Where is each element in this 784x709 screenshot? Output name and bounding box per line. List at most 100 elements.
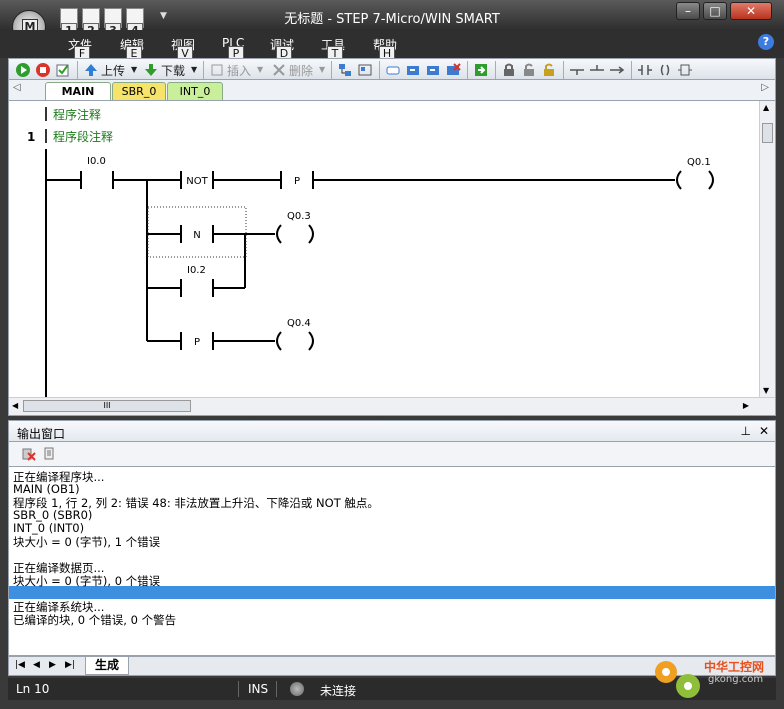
coil-icon[interactable] <box>657 62 673 78</box>
run-icon[interactable] <box>15 62 31 78</box>
toolbar-separator <box>379 61 380 79</box>
last-tab-icon[interactable]: ▶| <box>65 660 75 670</box>
minimize-button[interactable]: – <box>676 2 700 20</box>
contact-p1-label: P <box>294 176 300 187</box>
quick-access-new[interactable]: 1 <box>60 8 78 38</box>
scroll-up-icon[interactable]: ▲ <box>763 103 769 112</box>
editor-tab-row: ◁ MAIN SBR_0 INT_0 ▷ <box>8 80 776 100</box>
line-right-icon[interactable] <box>609 62 625 78</box>
toolbar-separator <box>203 61 204 79</box>
contact-i02[interactable] <box>180 279 214 297</box>
watermark-url: gkong.com <box>708 674 764 685</box>
output-line[interactable]: INT_0 (INT0) <box>9 521 775 535</box>
menu-file[interactable]: 文件 F <box>68 36 92 61</box>
network-compare-icon[interactable] <box>357 62 373 78</box>
menu-edit[interactable]: 编辑 E <box>120 36 144 61</box>
program-editor[interactable]: 程序注释 1 程序段注释 I0.0 NOT P N I0.2 P Q0.1 Q0… <box>8 100 776 416</box>
stop-icon[interactable] <box>35 62 51 78</box>
prev-tab-icon[interactable]: ◀ <box>33 660 40 670</box>
upload-dropdown-icon[interactable]: ▼ <box>131 65 137 74</box>
program-comment-marker <box>45 107 47 121</box>
status-divider <box>276 681 277 697</box>
toolbar: 上传 ▼ 下载 ▼ 插入 ▼ 删除 ▼ <box>8 58 776 80</box>
download-icon[interactable] <box>143 62 159 78</box>
menu-view[interactable]: 视图 V <box>171 36 195 61</box>
delete-icon[interactable] <box>271 62 287 78</box>
contact-icon[interactable] <box>637 62 653 78</box>
remove-bookmarks-icon[interactable] <box>445 62 461 78</box>
coil-q04[interactable] <box>276 331 314 351</box>
next-tab-icon[interactable]: ▶ <box>49 660 56 670</box>
delete-dropdown-icon[interactable]: ▼ <box>319 65 325 74</box>
copy-output-icon[interactable] <box>41 446 57 462</box>
unlock-icon[interactable] <box>521 62 537 78</box>
pin-icon[interactable]: ⊥ <box>741 424 751 438</box>
output-line[interactable]: 正在编译程序块... <box>9 469 775 484</box>
menu-tools[interactable]: 工具 T <box>321 36 345 61</box>
output-line[interactable]: 正在编译系统块... <box>9 599 775 614</box>
lock-icon[interactable] <box>501 62 517 78</box>
scroll-down-icon[interactable]: ▼ <box>763 386 769 395</box>
clear-output-icon[interactable] <box>21 446 37 462</box>
maximize-button[interactable]: □ <box>703 2 727 20</box>
first-tab-icon[interactable]: |◀ <box>15 660 25 670</box>
coil-q03[interactable] <box>276 224 314 244</box>
output-line[interactable]: 程序段 1, 行 2, 列 2: 错误 48: 非法放置上升沿、下降沿或 NOT… <box>9 495 775 510</box>
goto-icon[interactable] <box>473 62 489 78</box>
scroll-right-icon[interactable]: ▶ <box>743 401 749 410</box>
upload-icon[interactable] <box>83 62 99 78</box>
quick-access-open[interactable]: 2 <box>82 8 100 38</box>
output-body[interactable]: 正在编译程序块... MAIN (OB1) 程序段 1, 行 2, 列 2: 错… <box>8 466 776 656</box>
branch-up-icon[interactable] <box>589 62 605 78</box>
output-line[interactable]: 已编译的块, 0 个错误, 0 个警告 <box>9 612 775 627</box>
help-icon[interactable]: ? <box>758 34 774 50</box>
tab-scroll-left-icon[interactable]: ◁ <box>13 82 21 93</box>
delete-button[interactable]: 删除 <box>289 62 313 79</box>
editor-horizontal-scrollbar[interactable]: ◀ III ▶ <box>9 397 775 415</box>
output-line[interactable]: 块大小 = 0 (字节), 0 个错误 <box>9 573 775 588</box>
tab-int0[interactable]: INT_0 <box>167 82 223 100</box>
output-line[interactable]: 正在编译数据页... <box>9 560 775 575</box>
box-instruction-icon[interactable] <box>677 62 693 78</box>
contact-i02-label: I0.2 <box>187 265 206 276</box>
insert-button[interactable]: 插入 <box>227 62 251 79</box>
unlock-all-icon[interactable] <box>541 62 557 78</box>
insert-icon[interactable] <box>209 62 225 78</box>
coil-q01[interactable] <box>676 170 714 190</box>
tab-scroll-right-icon[interactable]: ▷ <box>761 82 769 93</box>
menu-help[interactable]: 帮助 H <box>373 36 397 61</box>
connection-status: 未连接 <box>320 684 357 698</box>
quick-access-print[interactable]: 4 <box>126 8 144 38</box>
compile-icon[interactable] <box>55 62 71 78</box>
next-bookmark-icon[interactable] <box>425 62 441 78</box>
scroll-left-icon[interactable]: ◀ <box>12 401 18 410</box>
tab-main[interactable]: MAIN <box>45 82 111 100</box>
output-line[interactable]: MAIN (OB1) <box>9 482 775 496</box>
editor-vscroll-thumb[interactable] <box>762 123 773 143</box>
download-dropdown-icon[interactable]: ▼ <box>191 65 197 74</box>
output-line[interactable]: 块大小 = 0 (字节), 1 个错误 <box>9 534 775 549</box>
contact-i00-label: I0.0 <box>87 156 106 167</box>
output-close-icon[interactable]: ✕ <box>759 424 769 438</box>
tab-sbr0[interactable]: SBR_0 <box>112 82 166 100</box>
toolbar-separator <box>495 61 496 79</box>
editor-hscroll-thumb[interactable]: III <box>23 400 191 412</box>
menu-bar: 文件 F 编辑 E 视图 V PLC P 调试 D 工具 T 帮助 H ? <box>0 30 784 61</box>
program-comment[interactable]: 程序注释 <box>53 107 101 122</box>
tab-build[interactable]: 生成 <box>85 657 129 675</box>
download-button[interactable]: 下载 <box>161 62 185 79</box>
network-icon[interactable] <box>337 62 353 78</box>
editor-vertical-scrollbar[interactable]: ▲ ▼ <box>759 101 775 397</box>
menu-plc[interactable]: PLC P <box>222 36 244 61</box>
box-icon[interactable] <box>385 62 401 78</box>
branch-down-icon[interactable] <box>569 62 585 78</box>
network-comment[interactable]: 程序段注释 <box>53 129 113 144</box>
insert-dropdown-icon[interactable]: ▼ <box>257 65 263 74</box>
prev-bookmark-icon[interactable] <box>405 62 421 78</box>
upload-button[interactable]: 上传 <box>101 62 125 79</box>
quick-access-save[interactable]: 3 <box>104 8 122 38</box>
customize-quick-access-icon[interactable]: ▼ <box>160 11 167 21</box>
menu-debug[interactable]: 调试 D <box>270 36 294 61</box>
contact-i00[interactable] <box>80 171 114 189</box>
close-button[interactable]: ✕ <box>730 2 772 20</box>
